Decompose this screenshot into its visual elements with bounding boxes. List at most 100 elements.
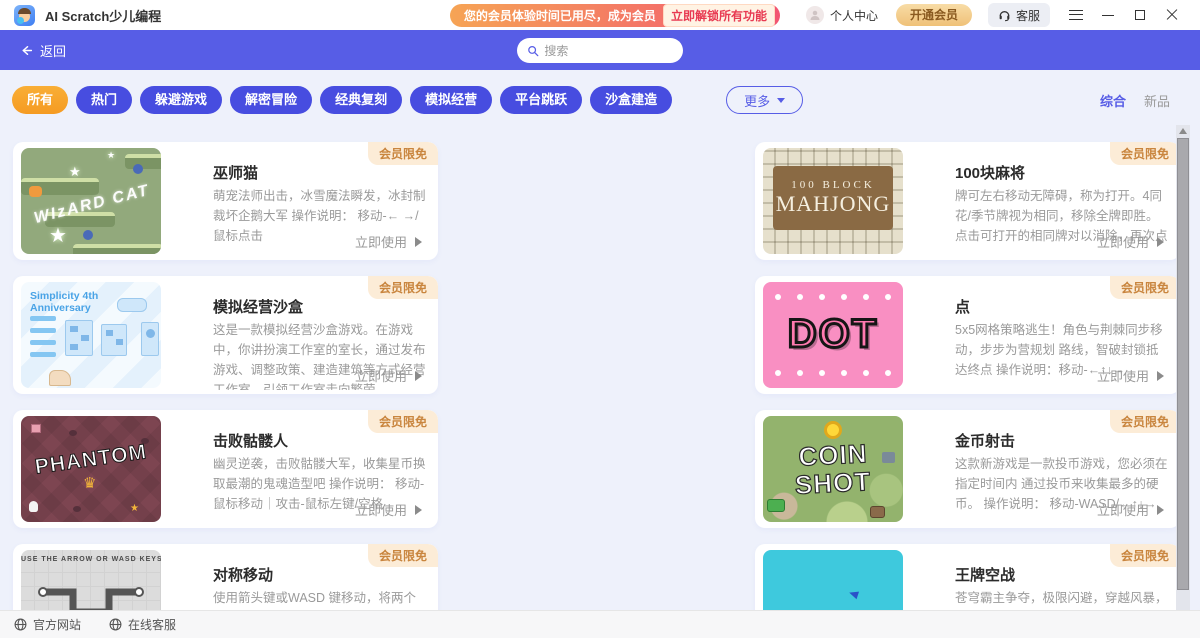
official-website-link[interactable]: 官方网站 — [14, 616, 81, 633]
game-thumbnail: COIN SHOT — [763, 416, 903, 522]
more-filters-button[interactable]: 更多 — [726, 86, 803, 114]
game-title: 击败骷髅人 — [213, 430, 288, 451]
use-now-link[interactable]: 立即使用 — [1097, 500, 1164, 519]
search-icon — [527, 44, 539, 58]
open-membership-button[interactable]: 开通会员 — [896, 4, 972, 26]
game-title: 巫师猫 — [213, 162, 258, 183]
game-title: 金币射击 — [955, 430, 1015, 451]
game-description: 苍穹霸主争夺，极限闪避，穿越风暴，决战空中王牌 — [955, 588, 1169, 610]
vertical-scrollbar[interactable] — [1176, 125, 1190, 610]
membership-expired-banner: 您的会员体验时间已用尽，成为会员 立即解锁所有功能 — [450, 4, 780, 27]
filter-chip-platformer[interactable]: 平台跳跃 — [500, 86, 582, 114]
game-title: 模拟经营沙盒 — [213, 296, 303, 317]
game-thumbnail — [763, 550, 903, 610]
member-free-badge: 会员限免 — [1110, 276, 1180, 299]
game-thumbnail: USE THE ARROW OR WASD KEYS TO MOVE. — [21, 550, 161, 610]
unlock-all-features-button[interactable]: 立即解锁所有功能 — [663, 4, 775, 27]
titlebar-right-group: 个人中心 开通会员 客服 — [806, 2, 1188, 28]
game-thumbnail: DOT — [763, 282, 903, 388]
app-title: AI Scratch少儿编程 — [45, 6, 161, 25]
filter-chip-all[interactable]: 所有 — [12, 86, 68, 114]
member-free-badge: 会员限免 — [1110, 544, 1180, 567]
member-free-badge: 会员限免 — [368, 142, 438, 165]
category-filter-row: 所有 热门 躲避游戏 解密冒险 经典复刻 模拟经营 平台跳跃 沙盒建造 更多 综… — [12, 86, 1170, 114]
top-navbar: 返回 — [0, 30, 1200, 70]
sort-options: 综合 新品 — [1100, 91, 1170, 110]
scroll-up-arrow-icon[interactable] — [1179, 128, 1187, 134]
globe-icon — [14, 618, 27, 631]
use-now-link[interactable]: 立即使用 — [1097, 232, 1164, 251]
game-card-dot[interactable]: DOT 会员限免 点 5x5网格策略逃生！角色与荆棘同步移动，步步为营规划 路线… — [755, 276, 1180, 394]
member-free-badge: 会员限免 — [368, 544, 438, 567]
banner-text: 您的会员体验时间已用尽，成为会员 — [464, 7, 656, 24]
member-free-badge: 会员限免 — [1110, 410, 1180, 433]
game-card-ace-air-combat[interactable]: 会员限免 王牌空战 苍穹霸主争夺，极限闪避，穿越风暴，决战空中王牌 立即使用 — [755, 544, 1180, 610]
filter-chip-puzzle[interactable]: 解密冒险 — [230, 86, 312, 114]
sort-comprehensive[interactable]: 综合 — [1100, 91, 1126, 110]
play-arrow-icon — [415, 237, 422, 247]
filter-chip-classic[interactable]: 经典复刻 — [320, 86, 402, 114]
game-thumbnail: Simplicity 4th Anniversary — [21, 282, 161, 388]
window-titlebar: AI Scratch少儿编程 您的会员体验时间已用尽，成为会员 立即解锁所有功能… — [0, 0, 1200, 30]
app-window: AI Scratch少儿编程 您的会员体验时间已用尽，成为会员 立即解锁所有功能… — [0, 0, 1200, 638]
close-button[interactable] — [1156, 2, 1188, 28]
play-arrow-icon — [1157, 371, 1164, 381]
customer-service-button[interactable]: 客服 — [988, 3, 1050, 27]
scrollbar-thumb[interactable] — [1177, 138, 1189, 590]
game-title: 对称移动 — [213, 564, 273, 585]
member-free-badge: 会员限免 — [1110, 142, 1180, 165]
game-thumbnail: PHANTOM ♛ ★ — [21, 416, 161, 522]
game-title: 点 — [955, 296, 970, 317]
game-card-mahjong[interactable]: 100 BLOCK MAHJONG 会员限免 100块麻将 牌可左右移动无障碍，… — [755, 142, 1180, 260]
filter-chip-hot[interactable]: 热门 — [76, 86, 132, 114]
game-title: 王牌空战 — [955, 564, 1015, 585]
use-now-link[interactable]: 立即使用 — [355, 500, 422, 519]
profile-center-button[interactable]: 个人中心 — [806, 6, 878, 24]
minimize-icon — [1102, 15, 1114, 16]
online-support-link[interactable]: 在线客服 — [109, 616, 176, 633]
minimize-button[interactable] — [1092, 2, 1124, 28]
sort-newest[interactable]: 新品 — [1144, 91, 1170, 110]
play-arrow-icon — [415, 505, 422, 515]
play-arrow-icon — [1157, 505, 1164, 515]
game-card-wizard-cat[interactable]: WIzARD CAT ★ ★ ★ 会员限免 巫师猫 萌宠法师出击，冰雪魔法瞬发，… — [13, 142, 438, 260]
member-free-badge: 会员限免 — [368, 410, 438, 433]
filter-chip-sandbox[interactable]: 沙盒建造 — [590, 86, 672, 114]
back-arrow-icon — [20, 44, 33, 57]
search-input[interactable] — [544, 44, 673, 58]
menu-button[interactable] — [1060, 2, 1092, 28]
footer-bar: 官方网站 在线客服 — [0, 610, 1200, 638]
back-button[interactable]: 返回 — [20, 30, 66, 70]
window-controls — [1060, 2, 1188, 28]
filter-chip-dodge[interactable]: 躲避游戏 — [140, 86, 222, 114]
game-description: 使用箭头键或WASD 键移动，将两个角色同步移动，抵达各自的终点 — [213, 588, 427, 610]
use-now-link[interactable]: 立即使用 — [355, 232, 422, 251]
member-free-badge: 会员限免 — [368, 276, 438, 299]
headset-icon — [998, 9, 1011, 22]
customer-service-label: 客服 — [1016, 7, 1040, 24]
avatar-icon — [806, 6, 824, 24]
game-thumbnail: WIzARD CAT ★ ★ ★ — [21, 148, 161, 254]
hamburger-icon — [1069, 10, 1083, 20]
back-label: 返回 — [40, 41, 66, 60]
game-card-sim-sandbox[interactable]: Simplicity 4th Anniversary 会员限免 模拟经营沙盒 这… — [13, 276, 438, 394]
game-card-coin-shot[interactable]: COIN SHOT 会员限免 金币射击 这款新游戏是一款投币游戏，您必须在指定时… — [755, 410, 1180, 528]
game-title: 100块麻将 — [955, 162, 1025, 183]
filter-chip-simulation[interactable]: 模拟经营 — [410, 86, 492, 114]
game-card-phantom[interactable]: PHANTOM ♛ ★ 会员限免 击败骷髅人 幽灵逆袭，击败骷髅大军，收集星币换… — [13, 410, 438, 528]
play-arrow-icon — [1157, 237, 1164, 247]
chevron-down-icon — [777, 98, 785, 103]
game-thumbnail: 100 BLOCK MAHJONG — [763, 148, 903, 254]
close-icon — [1166, 9, 1178, 21]
search-bar[interactable] — [517, 38, 683, 63]
use-now-link[interactable]: 立即使用 — [355, 366, 422, 385]
maximize-button[interactable] — [1124, 2, 1156, 28]
more-label: 更多 — [744, 91, 770, 110]
play-arrow-icon — [415, 371, 422, 381]
profile-center-label: 个人中心 — [830, 7, 878, 24]
main-content: 所有 热门 躲避游戏 解密冒险 经典复刻 模拟经营 平台跳跃 沙盒建造 更多 综… — [0, 70, 1200, 610]
use-now-link[interactable]: 立即使用 — [1097, 366, 1164, 385]
globe-icon — [109, 618, 122, 631]
maximize-icon — [1135, 10, 1145, 20]
game-card-symmetric-move[interactable]: USE THE ARROW OR WASD KEYS TO MOVE. 会员限免… — [13, 544, 438, 610]
